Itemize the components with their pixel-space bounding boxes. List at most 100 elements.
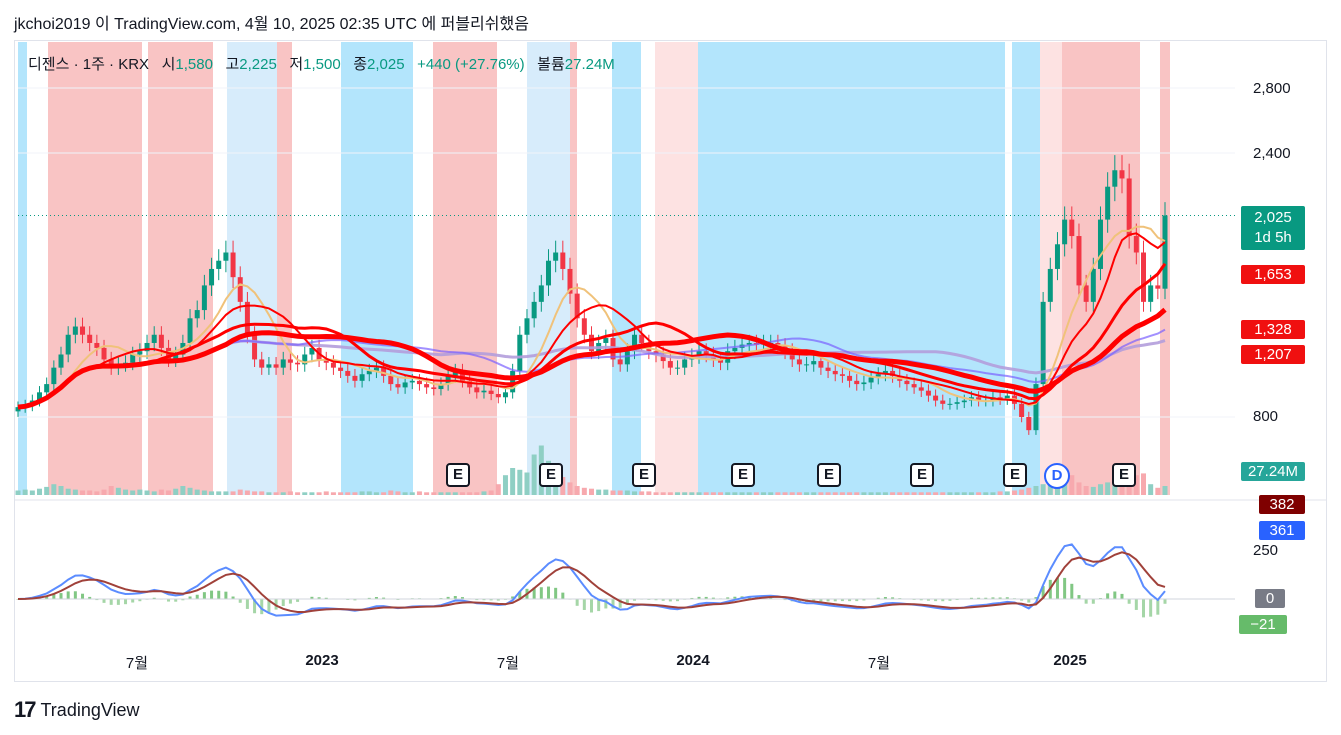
- candle-body: [502, 392, 508, 398]
- candle-body: [295, 362, 301, 365]
- legend-open: 1,580: [175, 56, 213, 73]
- volume-bar: [194, 489, 200, 495]
- osc-hist-bar: [1156, 599, 1160, 615]
- legend-close-label: 종: [353, 56, 367, 73]
- volume-bar: [230, 491, 236, 495]
- volume-bar: [839, 492, 845, 495]
- volume-bar: [567, 482, 573, 495]
- osc-hist-bar: [561, 592, 565, 600]
- volume-bar: [409, 492, 415, 495]
- candle-body: [409, 380, 415, 383]
- volume-bar: [818, 492, 824, 495]
- ma-fast-tag: 1,653: [1241, 265, 1305, 284]
- earnings-marker[interactable]: E: [446, 463, 470, 487]
- volume-bar: [918, 492, 924, 495]
- volume-bar: [338, 492, 344, 495]
- osc-hist-bar: [217, 590, 221, 600]
- volume-bar: [137, 489, 143, 495]
- osc-hist-bar: [1091, 599, 1095, 604]
- volume-bar: [725, 492, 731, 495]
- volume-bar: [825, 492, 831, 495]
- volume-bar: [424, 492, 430, 495]
- legend-change: +440 (+27.76%): [417, 56, 525, 73]
- background-bands: [18, 42, 1170, 495]
- candle-body: [395, 384, 401, 388]
- earnings-marker[interactable]: E: [539, 463, 563, 487]
- volume-bar: [811, 492, 817, 495]
- chart-legend: 디젠스 · 1주 · KRX 시1,580 고2,225 저1,500 종2,0…: [28, 53, 615, 74]
- time-label: 2025: [1053, 652, 1087, 669]
- candle-body: [488, 390, 494, 394]
- candle-body: [87, 334, 93, 343]
- candle-body: [804, 364, 810, 366]
- volume-bar: [868, 492, 874, 495]
- candle-body: [1162, 215, 1168, 289]
- candle-body: [1047, 268, 1053, 302]
- volume-bar: [510, 468, 516, 495]
- candle-body: [911, 384, 917, 388]
- volume-bar: [22, 489, 28, 495]
- volume-bar: [703, 492, 709, 495]
- candle-body: [682, 359, 688, 368]
- volume-bar: [402, 492, 408, 495]
- earnings-marker[interactable]: E: [1003, 463, 1027, 487]
- volume-bar: [753, 492, 759, 495]
- time-label: 2024: [676, 652, 710, 669]
- trend-band: [698, 42, 1005, 495]
- candle-body: [925, 390, 931, 396]
- last-price: 2,025: [1254, 209, 1292, 226]
- legend-volume-label: 볼륨: [537, 56, 565, 73]
- volume-bar: [44, 486, 50, 495]
- volume-bar: [316, 492, 322, 495]
- earnings-marker[interactable]: E: [910, 463, 934, 487]
- earnings-marker[interactable]: E: [817, 463, 841, 487]
- volume-bar: [144, 490, 150, 495]
- volume-bar: [667, 492, 673, 495]
- volume-bar: [653, 492, 659, 495]
- volume-bar: [789, 492, 795, 495]
- chart-canvas[interactable]: [0, 0, 1341, 690]
- earnings-marker[interactable]: E: [1112, 463, 1136, 487]
- volume-bar: [581, 487, 587, 495]
- volume-bar: [459, 492, 465, 495]
- candle-body: [847, 375, 853, 381]
- candle-body: [287, 359, 293, 363]
- volume-bar: [209, 491, 215, 495]
- volume-bar: [1040, 484, 1046, 495]
- dividend-marker[interactable]: D: [1044, 463, 1070, 489]
- earnings-marker[interactable]: E: [731, 463, 755, 487]
- volume-bar: [911, 492, 917, 495]
- candle-body: [345, 370, 351, 376]
- osc-hist-bar: [102, 599, 106, 603]
- volume-bar: [696, 492, 702, 495]
- oscillator-pane: [16, 543, 1235, 618]
- earnings-marker[interactable]: E: [632, 463, 656, 487]
- volume-bar: [1004, 491, 1010, 495]
- volume-bar: [990, 492, 996, 495]
- candle-body: [1155, 285, 1161, 289]
- volume-bar: [1026, 487, 1032, 495]
- volume-bar: [639, 491, 645, 495]
- volume-bar: [65, 488, 71, 495]
- candle-body: [58, 354, 64, 368]
- volume-bar: [746, 492, 752, 495]
- volume-bar: [882, 492, 888, 495]
- bar-countdown: 1d 5h: [1254, 229, 1292, 246]
- candle-body: [818, 361, 824, 368]
- volume-bar: [976, 492, 982, 495]
- osc-hist-tag: −21: [1239, 615, 1287, 634]
- volume-bar: [1076, 482, 1082, 495]
- volume-bar: [151, 491, 157, 495]
- candle-body: [65, 334, 71, 355]
- candle-body: [424, 384, 430, 388]
- volume-bar: [359, 491, 365, 495]
- volume-bar: [782, 492, 788, 495]
- osc-hist-bar: [245, 599, 249, 609]
- volume-bar: [187, 487, 193, 495]
- volume-bar: [1105, 482, 1111, 495]
- volume-bar: [259, 491, 265, 495]
- volume-bar: [596, 489, 602, 495]
- volume-bar: [373, 492, 379, 495]
- candle-body: [581, 318, 587, 335]
- osc-zero-tag: 0: [1255, 589, 1285, 608]
